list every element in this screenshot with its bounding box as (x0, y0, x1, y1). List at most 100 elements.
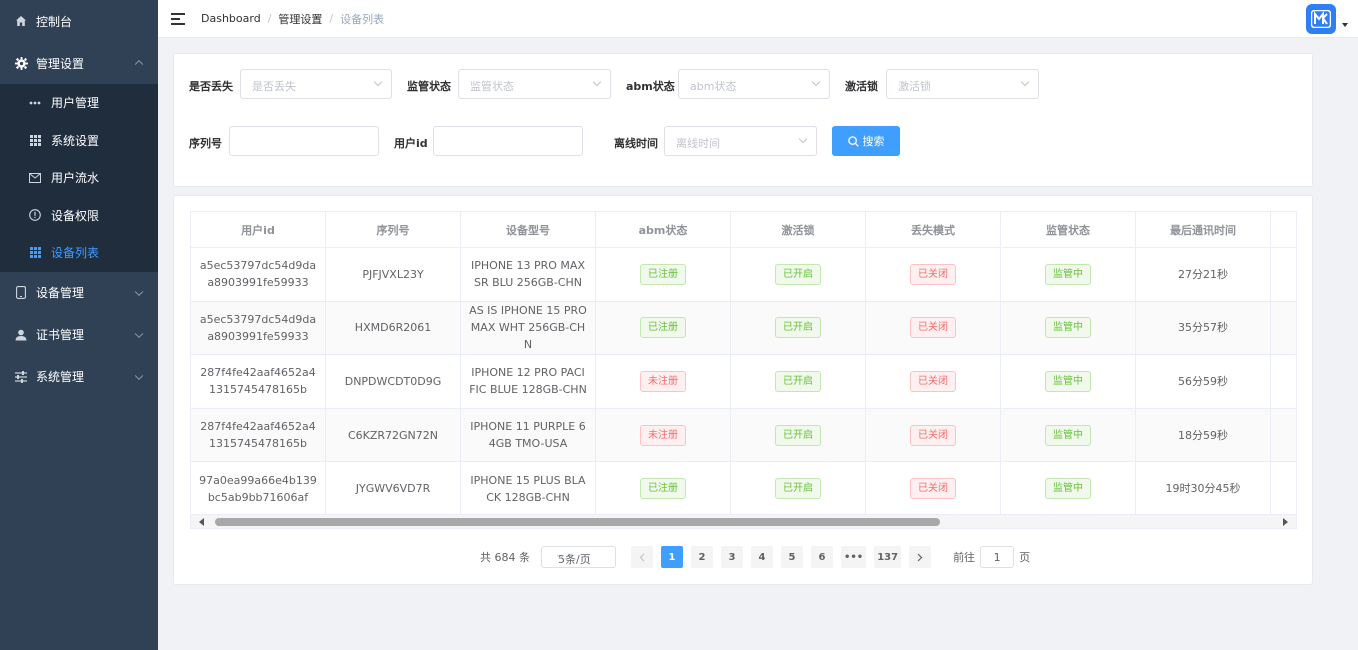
column-header: 用户id (191, 212, 326, 247)
search-button[interactable]: 搜索 (832, 126, 900, 156)
sidebar-item-label: 系统管理 (36, 370, 85, 384)
cell-text: 97a0ea99a66e4b139bc5ab9bb71606af (199, 473, 317, 504)
pagination: 共 684 条 5条/页 1 2 3 4 5 6 ••• 137 前往 1 页 (480, 546, 1030, 568)
cell-supervise: 监管中 (1001, 248, 1136, 301)
cell-text: 35分57秒 (1178, 321, 1228, 335)
page-button-4[interactable]: 4 (751, 546, 773, 568)
cell-model: IPHONE 11 PURPLE 64GB TMO-USA (461, 408, 596, 462)
column-header: 激活锁 (731, 212, 866, 247)
prev-page-button[interactable] (631, 546, 653, 568)
sidebar-item-user-flow[interactable]: 用户流水 (0, 159, 158, 197)
goto-page-value: 1 (993, 550, 1001, 564)
activation-select[interactable]: 激活锁 (886, 69, 1039, 99)
next-page-button[interactable] (909, 546, 932, 568)
chevron-right-icon (917, 553, 923, 561)
cell-text: JYGWV6VD7R (355, 482, 431, 496)
table-row[interactable]: 97a0ea99a66e4b139bc5ab9bb71606af JYGWV6VD… (191, 462, 1296, 516)
scrollbar-thumb[interactable] (215, 518, 940, 526)
status-badge: 已注册 (640, 263, 686, 285)
page-button-6[interactable]: 6 (811, 546, 833, 568)
page-button-2[interactable]: 2 (691, 546, 713, 568)
page-button-1[interactable]: 1 (661, 546, 683, 568)
cell-model: IPHONE 12 PRO PACIFIC BLUE 128GB-CHN (461, 355, 596, 408)
cell-abm: 未注册 (596, 408, 731, 462)
page-size-select[interactable]: 5条/页 (541, 546, 616, 568)
more-pages-button[interactable]: ••• (841, 546, 867, 568)
breadcrumb-separator: / (329, 12, 334, 25)
supervise-select-placeholder: 监管状态 (470, 80, 514, 93)
sidebar-item-dashboard[interactable]: 控制台 (0, 0, 158, 42)
status-badge: 已注册 (640, 478, 686, 500)
search-icon (847, 135, 859, 147)
sidebar-item-certificate-management[interactable]: 证书管理 (0, 314, 158, 356)
user-icon (14, 328, 28, 342)
cell-text: HXMD6R2061 (354, 321, 432, 335)
status-badge: 已开启 (775, 370, 821, 392)
table-row[interactable]: 287f4fe42aaf4652a41315745478165b DNPDWCDT… (191, 355, 1296, 409)
caret-down-icon[interactable] (1342, 23, 1348, 27)
cell-supervise: 监管中 (1001, 462, 1136, 515)
chevron-down-icon (373, 77, 383, 87)
cell-supervise: 监管中 (1001, 301, 1136, 355)
cell-text: IPHONE 11 PURPLE 64GB TMO-USA (470, 420, 586, 451)
cell-lost: 已关闭 (866, 462, 1001, 515)
cell-lost: 已关闭 (866, 248, 1001, 301)
sidebar-item-label: 设备权限 (51, 208, 100, 223)
cell-supervise: 监管中 (1001, 408, 1136, 462)
scroll-right-icon[interactable] (1283, 518, 1288, 526)
avatar[interactable] (1306, 4, 1336, 34)
pagination-total: 共 684 条 (480, 551, 530, 564)
cell-last: 35分57秒 (1136, 301, 1271, 355)
cell-text: DNPDWCDT0D9G (344, 374, 442, 388)
scroll-left-icon[interactable] (199, 518, 204, 526)
dots-icon (28, 96, 42, 110)
sidebar-item-system-settings[interactable]: 系统设置 (0, 122, 158, 160)
info-icon (28, 208, 42, 222)
sidebar-item-user-management[interactable]: 用户管理 (0, 84, 158, 122)
cell-model: IPHONE 13 PRO MAX SR BLU 256GB-CHN (461, 248, 596, 301)
submenu-management-settings: 用户管理 系统设置 用户流水 设备权限 设备列表 (0, 84, 158, 272)
breadcrumb-item-dashboard[interactable]: Dashboard (201, 12, 261, 25)
cell-abm: 已注册 (596, 462, 731, 515)
cell-model: AS IS IPHONE 15 PRO MAX WHT 256GB-CHN (461, 301, 596, 355)
column-header-extra (1271, 212, 1296, 247)
chevron-up-icon (134, 59, 144, 69)
cell-text: IPHONE 12 PRO PACIFIC BLUE 128GB-CHN (469, 366, 587, 397)
horizontal-scrollbar[interactable] (191, 514, 1296, 528)
cell-lock: 已开启 (731, 301, 866, 355)
sidebar-item-device-management[interactable]: 设备管理 (0, 272, 158, 314)
table-row[interactable]: 287f4fe42aaf4652a41315745478165b C6KZR72G… (191, 408, 1296, 463)
sliders-icon (14, 370, 28, 384)
sidebar-item-management-settings[interactable]: 管理设置 (0, 42, 158, 84)
page-button-3[interactable]: 3 (721, 546, 743, 568)
cell-user-id: 287f4fe42aaf4652a41315745478165b (191, 408, 326, 462)
sidebar-item-label: 系统设置 (51, 133, 100, 148)
user-id-input[interactable] (433, 126, 583, 156)
grid-icon (28, 246, 42, 260)
offline-select[interactable]: 离线时间 (664, 126, 817, 156)
cell-text: IPHONE 13 PRO MAX SR BLU 256GB-CHN (471, 259, 585, 290)
sidebar-item-system-management[interactable]: 系统管理 (0, 356, 158, 398)
abm-select[interactable]: abm状态 (678, 69, 830, 99)
cell-serial: JYGWV6VD7R (326, 462, 461, 515)
sidebar-item-device-permission[interactable]: 设备权限 (0, 197, 158, 235)
table-row[interactable]: a5ec53797dc54d9daa8903991fe59933 HXMD6R20… (191, 301, 1296, 356)
cell-text: C6KZR72GN72N (347, 428, 439, 442)
cell-text: 27分21秒 (1178, 267, 1228, 281)
cell-extra (1271, 248, 1296, 301)
breadcrumb-item-management-settings[interactable]: 管理设置 (278, 11, 322, 27)
page-button-last[interactable]: 137 (874, 546, 902, 568)
serial-input[interactable] (229, 126, 379, 156)
sidebar-item-device-list[interactable]: 设备列表 (0, 234, 158, 272)
sidebar-item-label: 用户管理 (51, 96, 100, 111)
lost-select[interactable]: 是否丢失 (240, 69, 392, 99)
chevron-left-icon (639, 553, 645, 561)
menu-toggle-icon[interactable] (171, 12, 185, 25)
page-button-5[interactable]: 5 (781, 546, 803, 568)
lost-select-placeholder: 是否丢失 (252, 80, 296, 93)
activation-select-placeholder: 激活锁 (898, 80, 931, 93)
table-row[interactable]: a5ec53797dc54d9daa8903991fe59933 PJFJVXL2… (191, 248, 1296, 302)
goto-page-input[interactable]: 1 (980, 546, 1015, 568)
status-badge: 已关闭 (910, 263, 956, 285)
supervise-select[interactable]: 监管状态 (458, 69, 611, 99)
